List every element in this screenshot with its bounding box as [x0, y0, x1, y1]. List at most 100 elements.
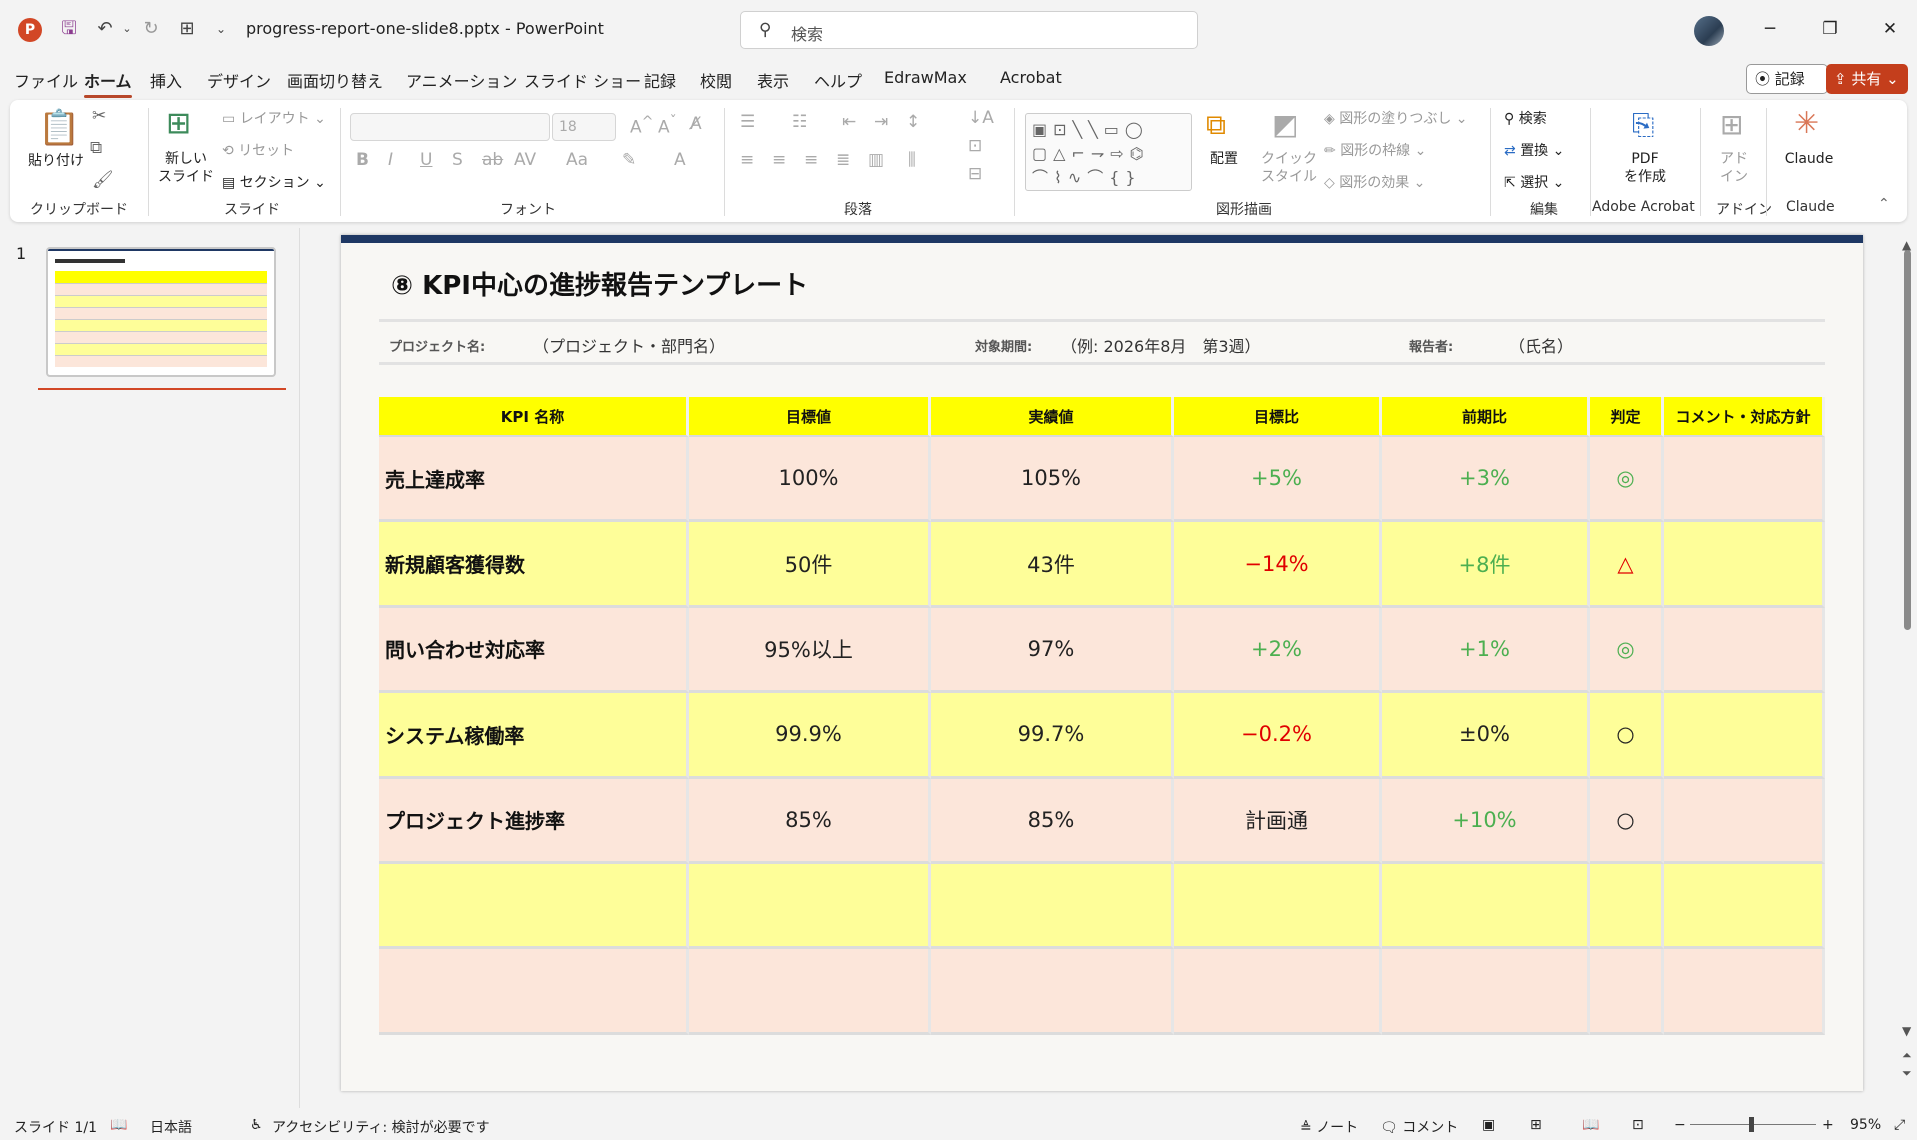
- align-left-icon[interactable]: ≡: [740, 150, 754, 170]
- comment-cell[interactable]: [1664, 693, 1825, 779]
- kpi-name-cell[interactable]: システム稼働率: [379, 693, 689, 779]
- tab-file[interactable]: ファイル: [14, 68, 78, 92]
- vs-target-cell[interactable]: −14%: [1174, 522, 1382, 608]
- text-direction-icon[interactable]: ↓A: [968, 108, 994, 128]
- target-cell[interactable]: [689, 863, 931, 950]
- save-icon[interactable]: 🖫: [56, 16, 82, 42]
- grow-font-icon[interactable]: A^: [630, 114, 654, 138]
- fit-to-window-icon[interactable]: ⤢: [1894, 1117, 1905, 1133]
- comment-cell[interactable]: [1664, 437, 1825, 523]
- vs-target-cell[interactable]: [1174, 949, 1382, 1035]
- reporter-value[interactable]: （氏名）: [1509, 333, 1573, 357]
- find-button[interactable]: ⚲ 検索: [1504, 108, 1547, 128]
- char-spacing-icon[interactable]: AV: [514, 150, 536, 170]
- restore-button[interactable]: ❐: [1810, 14, 1850, 44]
- align-right-icon[interactable]: ≡: [804, 150, 818, 170]
- tab-help[interactable]: ヘルプ: [814, 68, 862, 92]
- slideshow-icon[interactable]: ⊡: [1632, 1117, 1644, 1133]
- vs-previous-cell[interactable]: [1382, 863, 1590, 950]
- tab-transitions[interactable]: 画面切り替え: [287, 68, 383, 92]
- avatar[interactable]: [1694, 16, 1724, 46]
- shape-effect-button[interactable]: ◇ 図形の効果 ⌄: [1324, 172, 1425, 192]
- underline-icon[interactable]: U: [420, 150, 432, 170]
- judgement-cell[interactable]: ◎: [1590, 607, 1664, 694]
- kpi-name-cell[interactable]: [379, 949, 689, 1035]
- kpi-name-cell[interactable]: 問い合わせ対応率: [379, 607, 689, 694]
- normal-view-icon[interactable]: ▣: [1482, 1117, 1495, 1133]
- vs-previous-cell[interactable]: +3%: [1382, 437, 1590, 523]
- target-cell[interactable]: 100%: [689, 437, 931, 523]
- quick-style-button[interactable]: クイック スタイル: [1254, 150, 1324, 186]
- comment-cell[interactable]: [1664, 522, 1825, 608]
- zoom-level[interactable]: 95%: [1850, 1117, 1881, 1133]
- clear-format-icon[interactable]: A̸: [690, 114, 702, 134]
- actual-cell[interactable]: [931, 863, 1174, 950]
- slide[interactable]: ⑧ KPI中心の進捗報告テンプレート プロジェクト名: （プロジェクト・部門名）…: [341, 235, 1863, 1091]
- claude-icon[interactable]: ✳: [1794, 106, 1819, 141]
- vs-target-cell[interactable]: −0.2%: [1174, 693, 1382, 779]
- slide-sorter-icon[interactable]: ⊞: [1530, 1117, 1542, 1133]
- collapse-ribbon-icon[interactable]: ⌃: [1878, 196, 1890, 212]
- header-vs-target[interactable]: 目標比: [1174, 397, 1382, 437]
- scrollbar-thumb[interactable]: [1904, 250, 1911, 630]
- align-text-icon[interactable]: ⊡: [968, 136, 982, 156]
- kpi-name-cell[interactable]: プロジェクト進捗率: [379, 778, 689, 864]
- header-comment[interactable]: コメント・対応方針: [1664, 397, 1825, 437]
- share-button[interactable]: ⇪ 共有 ⌄: [1826, 64, 1908, 94]
- strikethrough-icon[interactable]: ab: [482, 150, 503, 170]
- justify-icon[interactable]: ≣: [836, 150, 850, 170]
- kpi-name-cell[interactable]: 新規顧客獲得数: [379, 522, 689, 608]
- tab-design[interactable]: デザイン: [207, 68, 271, 92]
- font-size-field[interactable]: 18: [552, 113, 616, 141]
- paste-icon[interactable]: 📋: [38, 108, 80, 148]
- kpi-name-cell[interactable]: 売上達成率: [379, 437, 689, 523]
- tab-record[interactable]: 記録: [644, 68, 676, 92]
- accessibility-status[interactable]: アクセシビリティ: 検討が必要です: [272, 1117, 490, 1137]
- font-name-field[interactable]: [350, 113, 550, 141]
- record-button[interactable]: ⦿ 記録: [1746, 64, 1828, 94]
- previous-slide-icon[interactable]: ⏶: [1902, 1048, 1912, 1063]
- comment-cell[interactable]: [1664, 863, 1825, 950]
- arrange-icon[interactable]: ⧉: [1206, 108, 1226, 142]
- tab-acrobat[interactable]: Acrobat: [1000, 68, 1062, 87]
- highlight-icon[interactable]: ✎: [622, 150, 636, 170]
- create-pdf-icon[interactable]: ⎘: [1632, 108, 1654, 142]
- cut-icon[interactable]: ✂: [92, 106, 106, 126]
- replace-button[interactable]: ⇄ 置換 ⌄: [1504, 140, 1564, 160]
- spellcheck-icon[interactable]: 📖: [110, 1117, 127, 1133]
- format-painter-icon[interactable]: 🖌: [92, 170, 114, 190]
- create-pdf-button[interactable]: PDF を作成: [1610, 150, 1680, 186]
- bullets-icon[interactable]: ☰: [740, 112, 755, 132]
- undo-dropdown-icon[interactable]: ⌄: [114, 16, 140, 42]
- line-spacing-icon[interactable]: ↕: [906, 112, 920, 132]
- actual-cell[interactable]: 97%: [931, 607, 1174, 694]
- vs-previous-cell[interactable]: +8件: [1382, 522, 1590, 608]
- tab-edrawmax[interactable]: EdrawMax: [884, 68, 967, 87]
- claude-button[interactable]: Claude: [1774, 150, 1844, 168]
- accessibility-icon[interactable]: ♿: [250, 1117, 263, 1133]
- section-button[interactable]: ▤ セクション ⌄: [222, 172, 326, 192]
- actual-cell[interactable]: 85%: [931, 778, 1174, 864]
- comments-button[interactable]: 🗨 コメント: [1380, 1117, 1458, 1137]
- target-cell[interactable]: 95%以上: [689, 607, 931, 694]
- search-input[interactable]: ⚲ 検索: [740, 11, 1198, 49]
- judgement-cell[interactable]: △: [1590, 522, 1664, 608]
- target-cell[interactable]: 99.9%: [689, 693, 931, 779]
- minimize-button[interactable]: ─: [1750, 14, 1790, 44]
- zoom-slider-thumb[interactable]: [1749, 1117, 1754, 1132]
- actual-cell[interactable]: 105%: [931, 437, 1174, 523]
- select-button[interactable]: ⇱ 選択 ⌄: [1504, 172, 1564, 192]
- comment-cell[interactable]: [1664, 607, 1825, 694]
- vs-target-cell[interactable]: 計画通: [1174, 778, 1382, 864]
- quick-style-icon[interactable]: ◩: [1272, 108, 1298, 141]
- addin-icon[interactable]: ⊞: [1720, 108, 1743, 141]
- align-center-icon[interactable]: ≡: [772, 150, 786, 170]
- vs-target-cell[interactable]: +5%: [1174, 437, 1382, 523]
- target-cell[interactable]: 85%: [689, 778, 931, 864]
- header-kpi-name[interactable]: KPI 名称: [379, 397, 689, 437]
- slide-thumbnail[interactable]: [46, 247, 276, 377]
- vs-previous-cell[interactable]: ±0%: [1382, 693, 1590, 779]
- tab-review[interactable]: 校閲: [700, 68, 732, 92]
- paste-button[interactable]: 貼り付け: [26, 152, 86, 170]
- zoom-in-icon[interactable]: +: [1822, 1117, 1834, 1133]
